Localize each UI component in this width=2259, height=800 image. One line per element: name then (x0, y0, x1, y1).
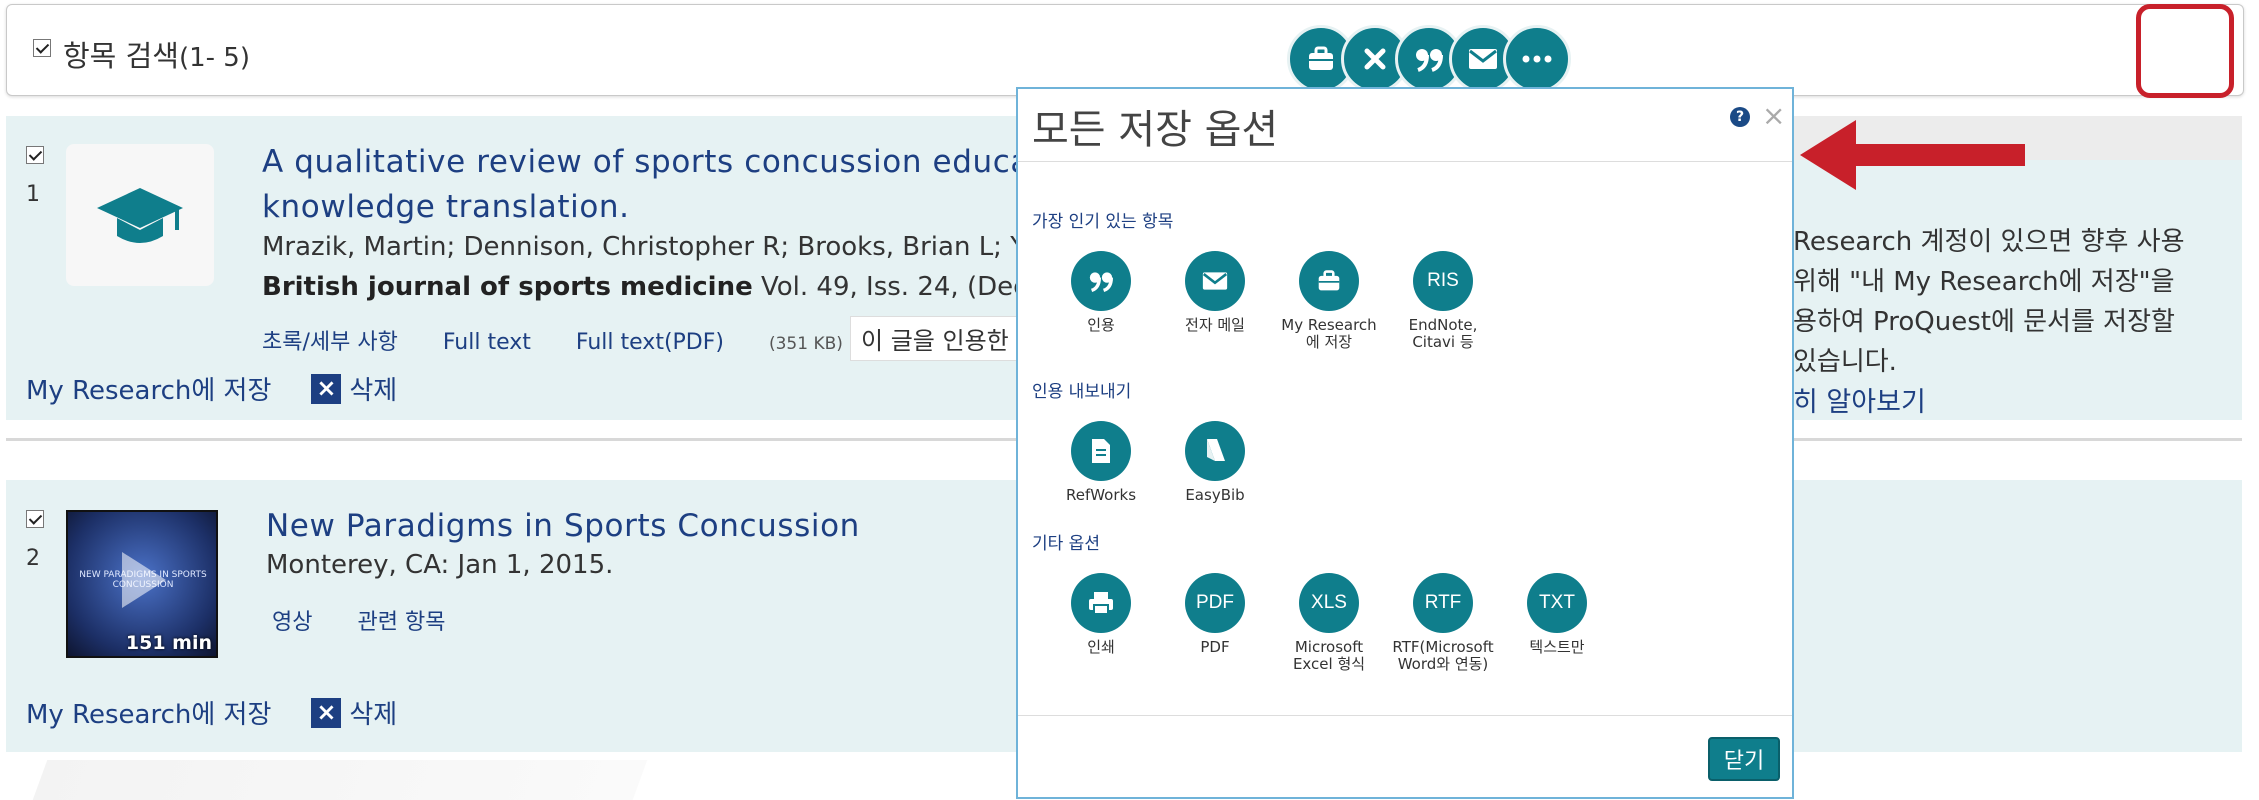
result-number: 2 (26, 546, 40, 571)
easybib-option[interactable]: EasyBib (1160, 421, 1270, 504)
ris-icon: RIS (1413, 251, 1473, 311)
more-options-highlight (2136, 4, 2234, 98)
briefcase-icon (1309, 46, 1333, 70)
video-thumbnail[interactable]: NEW PARADIGMS IN SPORTS CONCUSSION 151 m… (66, 510, 218, 658)
delete-link[interactable]: 삭제 (349, 694, 397, 731)
delete-icon[interactable]: × (311, 373, 342, 404)
save-to-my-research-option[interactable]: My Research 에 저장 (1274, 251, 1384, 351)
bookmark-icon (1185, 421, 1245, 481)
result-title-link[interactable]: New Paradigms in Sports Concussion (266, 504, 860, 549)
help-icon[interactable]: ? (1730, 107, 1750, 127)
delete-icon[interactable]: × (311, 697, 342, 728)
video-link[interactable]: 영상 (272, 610, 312, 635)
pdf-size: (351 KB) (768, 334, 843, 354)
red-arrow-annotation (1800, 120, 2025, 190)
close-icon[interactable]: × (1762, 99, 1785, 132)
related-items-link[interactable]: 관련 항목 (357, 610, 445, 635)
section-label-popular: 가장 인기 있는 항목 (1032, 212, 1174, 232)
option-label: 텍스트만 (1529, 638, 1585, 656)
side-panel-text: Research 계정이 있으면 향후 사용 위해 "내 My Research… (1793, 222, 2233, 382)
endnote-option[interactable]: RIS EndNote, Citavi 등 (1388, 251, 1498, 351)
option-label: RefWorks (1065, 486, 1137, 504)
more-icon (1522, 55, 1552, 63)
results-title-text: 항목 검색 (63, 39, 179, 73)
option-label: RTF(Microsoft Word와 연동) (1392, 638, 1494, 673)
result-source: British journal of sports medicine Vol. … (262, 272, 1085, 302)
result-links: 초록/세부 사항 Full text Full text(PDF) (351 K… (262, 324, 919, 356)
all-save-options-dialog: 모든 저장 옵션 ? × 가장 인기 있는 항목 인용 전자 메일 My Res… (1016, 87, 1794, 799)
save-to-my-research-link[interactable]: My Research에 저장 (26, 370, 271, 407)
refworks-option[interactable]: RefWorks (1046, 421, 1156, 504)
learn-more-link[interactable]: 히 알아보기 (1793, 380, 1926, 419)
quote-icon (1416, 49, 1443, 72)
scholarly-journal-thumbnail (66, 144, 214, 286)
video-duration: 151 min (125, 632, 212, 654)
select-all-checkbox[interactable] (33, 39, 51, 57)
option-label: EasyBib (1185, 486, 1245, 504)
print-option[interactable]: 인쇄 (1046, 573, 1156, 656)
cited-by-link[interactable]: 이 글을 인용한 (850, 316, 1020, 361)
option-label: 인용 (1087, 316, 1115, 334)
result-title-line[interactable]: knowledge translation. (262, 185, 1103, 230)
side-panel-line: 있습니다. (1793, 347, 1897, 377)
full-text-pdf-link[interactable]: Full text(PDF) (351 KB) (576, 330, 881, 355)
result-number: 1 (26, 182, 40, 207)
email-option[interactable]: 전자 메일 (1160, 251, 1270, 334)
side-panel-line: Research 계정이 있으면 향후 사용 (1793, 227, 2185, 257)
option-label: 전자 메일 (1185, 316, 1245, 334)
play-icon (122, 552, 166, 608)
section-label-other: 기타 옵션 (1032, 534, 1100, 554)
briefcase-icon (1299, 251, 1359, 311)
side-panel-line: 위해 "내 My Research에 저장"을 (1793, 267, 2175, 297)
divider (1018, 715, 1792, 716)
journal-name: British journal of sports medicine (262, 272, 753, 302)
email-icon (1185, 251, 1245, 311)
option-label: EndNote, Citavi 등 (1408, 316, 1478, 351)
quote-icon (1071, 251, 1131, 311)
result-actions: My Research에 저장 × 삭제 (26, 370, 397, 407)
close-button[interactable]: 닫기 (1708, 737, 1780, 781)
rtf-icon: RTF (1413, 573, 1473, 633)
result-title-link[interactable]: A qualitative review of sports concussio… (262, 140, 1103, 230)
close-icon (1364, 48, 1386, 70)
results-header-bar: 항목 검색(1- 5) (6, 4, 2244, 96)
delete-link[interactable]: 삭제 (349, 370, 397, 407)
pdf-icon: PDF (1185, 573, 1245, 633)
option-label: Microsoft Excel 형식 (1292, 638, 1366, 673)
results-count: (1- 5) (178, 43, 250, 73)
excel-option[interactable]: XLS Microsoft Excel 형식 (1274, 573, 1384, 673)
abstract-details-link[interactable]: 초록/세부 사항 (262, 330, 398, 355)
more-options-button[interactable] (1503, 25, 1571, 93)
side-panel-line: 용하여 ProQuest에 문서를 저장할 (1793, 307, 2175, 337)
graduation-cap-icon (97, 188, 183, 243)
text-only-option[interactable]: TXT 텍스트만 (1502, 573, 1612, 656)
result-checkbox[interactable] (26, 510, 44, 528)
txt-icon: TXT (1527, 573, 1587, 633)
cite-option[interactable]: 인용 (1046, 251, 1156, 334)
result-authors: Mrazik, Martin; Dennison, Christopher R;… (262, 232, 1055, 262)
rtf-option[interactable]: RTF RTF(Microsoft Word와 연동) (1388, 573, 1498, 673)
section-label-export: 인용 내보내기 (1032, 382, 1132, 402)
result-links: 영상 관련 항목 (272, 604, 483, 636)
full-text-link[interactable]: Full text (443, 330, 531, 355)
option-label: 인쇄 (1087, 638, 1115, 656)
option-label: PDF (1200, 638, 1230, 656)
save-to-my-research-link[interactable]: My Research에 저장 (26, 694, 271, 731)
result-actions: My Research에 저장 × 삭제 (26, 694, 397, 731)
email-icon (1469, 49, 1497, 69)
print-icon (1071, 573, 1131, 633)
document-icon (1071, 421, 1131, 481)
result-source: Monterey, CA: Jan 1, 2015. (266, 550, 614, 580)
divider (1018, 161, 1792, 162)
dialog-title: 모든 저장 옵션 (1032, 107, 1279, 153)
results-title: 항목 검색(1- 5) (63, 33, 250, 75)
background-shape (32, 760, 648, 800)
result-title-line[interactable]: A qualitative review of sports concussio… (262, 140, 1103, 185)
result-checkbox[interactable] (26, 146, 44, 164)
option-label: My Research 에 저장 (1281, 316, 1377, 351)
xls-icon: XLS (1299, 573, 1359, 633)
full-text-pdf-label[interactable]: Full text(PDF) (576, 330, 724, 355)
pdf-option[interactable]: PDF PDF (1160, 573, 1270, 656)
